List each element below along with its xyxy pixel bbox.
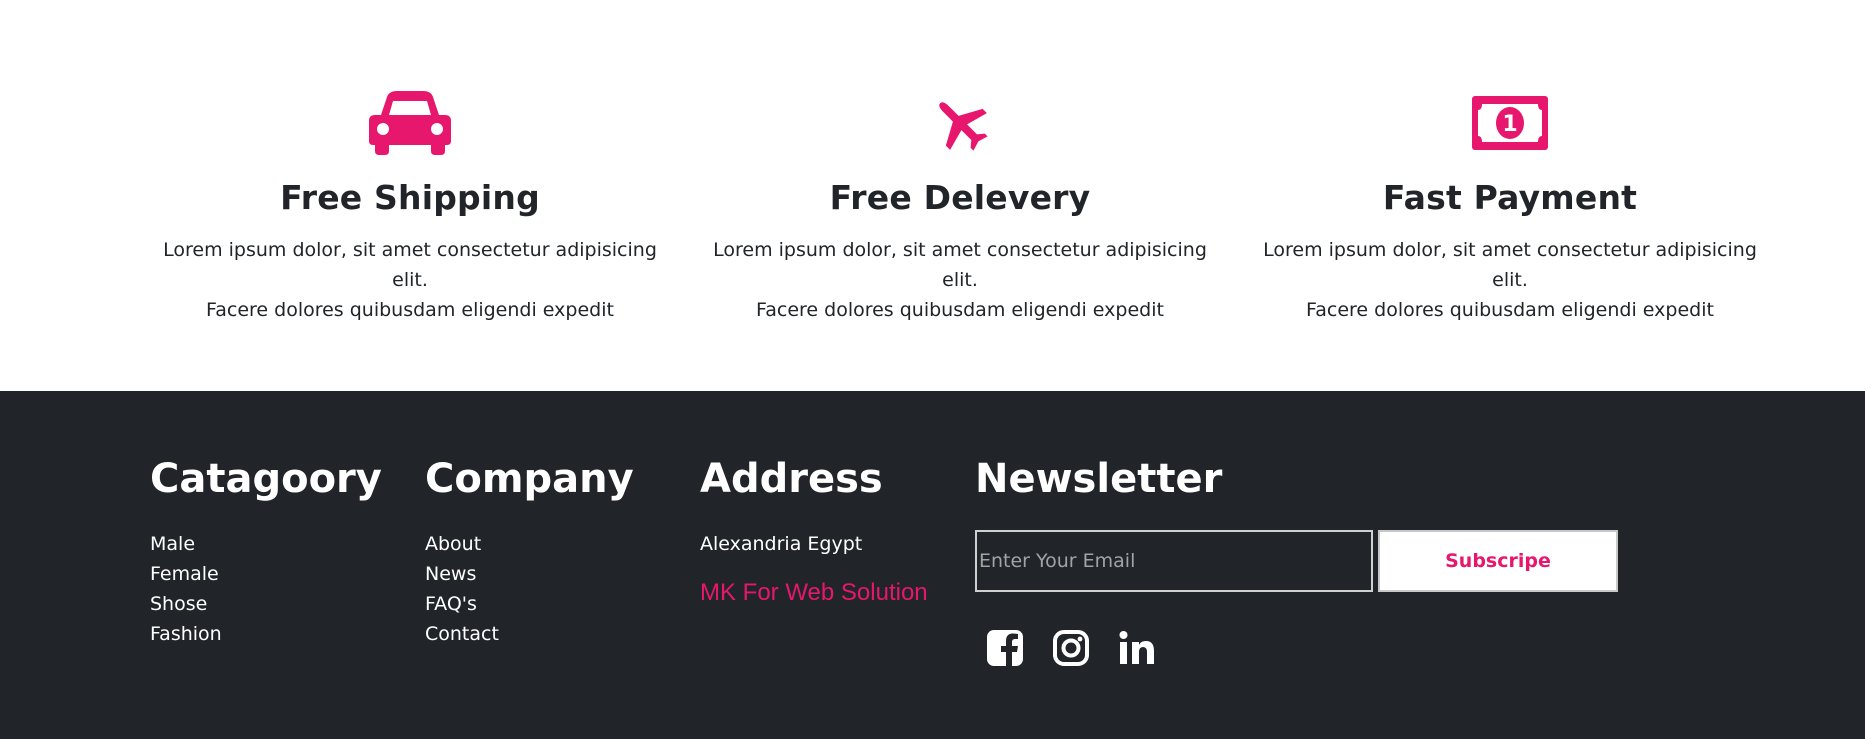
footer-address-column: Address Alexandria Egypt MK For Web Solu… [700,457,928,607]
feature-desc-line2: Facere dolores quibusdam eligendi expedi… [206,299,614,321]
feature-desc-line1: Lorem ipsum dolor, sit amet consectetur … [713,239,1207,291]
feature-description: Lorem ipsum dolor, sit amet consectetur … [150,235,670,325]
instagram-icon[interactable] [1052,628,1090,670]
address-text: Alexandria Egypt [700,533,863,555]
money-bill-icon: 1 [1250,88,1770,158]
footer-link-faq[interactable]: FAQ's [425,589,634,619]
feature-desc-line2: Facere dolores quibusdam eligendi expedi… [1306,299,1714,321]
car-icon [150,88,670,158]
feature-title: Fast Payment [1382,178,1638,217]
footer-link-male[interactable]: Male [150,529,382,559]
feature-desc-line1: Lorem ipsum dolor, sit amet consectetur … [1263,239,1757,291]
newsletter-form: Subscripe [975,530,1618,592]
footer-link-about[interactable]: About [425,529,634,559]
facebook-icon[interactable] [986,628,1024,670]
footer-company-column: Company About News FAQ's Contact [425,457,634,649]
brand-link[interactable]: MK For Web Solution [700,579,928,607]
linkedin-icon[interactable] [1118,628,1156,670]
feature-title: Free Delevery [829,178,1091,217]
feature-desc-line1: Lorem ipsum dolor, sit amet consectetur … [163,239,657,291]
footer-category-column: Catagoory Male Female Shose Fashion [150,457,382,649]
feature-description: Lorem ipsum dolor, sit amet consectetur … [700,235,1220,325]
footer-newsletter-title: Newsletter [975,456,1223,502]
footer-newsletter-column: Newsletter [975,457,1222,501]
plane-icon [700,88,1220,158]
feature-desc-line2: Facere dolores quibusdam eligendi expedi… [756,299,1164,321]
svg-text:1: 1 [1502,112,1517,137]
footer-link-female[interactable]: Female [150,559,382,589]
features-section: Free Shipping Lorem ipsum dolor, sit ame… [0,0,1865,391]
footer-link-shose[interactable]: Shose [150,589,382,619]
footer-link-contact[interactable]: Contact [425,619,634,649]
social-links [986,628,1156,670]
email-input[interactable] [975,530,1373,592]
footer-category-title: Catagoory [150,456,382,502]
feature-delivery: Free Delevery Lorem ipsum dolor, sit ame… [700,88,1220,325]
company-list: About News FAQ's Contact [425,529,634,649]
subscribe-button[interactable]: Subscripe [1378,530,1618,592]
footer-link-fashion[interactable]: Fashion [150,619,382,649]
footer-company-title: Company [425,456,634,502]
footer-link-news[interactable]: News [425,559,634,589]
feature-payment: 1 Fast Payment Lorem ipsum dolor, sit am… [1250,88,1770,325]
feature-description: Lorem ipsum dolor, sit amet consectetur … [1250,235,1770,325]
category-list: Male Female Shose Fashion [150,529,382,649]
feature-title: Free Shipping [280,178,540,217]
footer-address-title: Address [700,456,883,502]
feature-shipping: Free Shipping Lorem ipsum dolor, sit ame… [150,88,670,325]
